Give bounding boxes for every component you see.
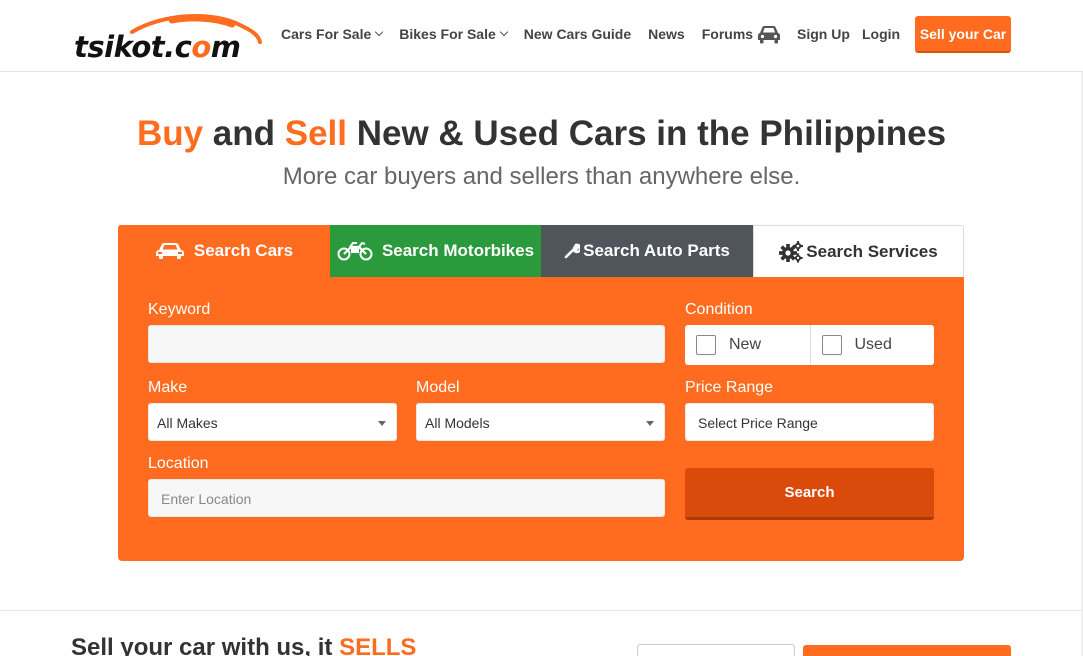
sign-up-link[interactable]: Sign Up — [797, 26, 850, 42]
sell-section-heading: Sell your car with us, it SELLS — [71, 634, 417, 656]
model-label: Model — [416, 379, 460, 396]
section-divider — [0, 610, 1083, 611]
make-select[interactable]: All Makes — [148, 403, 397, 441]
sell-section-input[interactable] — [637, 644, 795, 656]
car-icon — [155, 243, 184, 259]
garage-car-icon[interactable] — [757, 24, 781, 44]
main-nav: Cars For Sale Bikes For Sale New Cars Gu… — [281, 26, 770, 42]
search-panel: Keyword Condition New Used Make All Make… — [118, 277, 964, 561]
condition-label: Condition — [685, 301, 753, 318]
location-input[interactable]: Enter Location — [148, 479, 665, 517]
hero-title: Buy and Sell New & Used Cars in the Phil… — [136, 114, 947, 153]
make-label: Make — [148, 379, 188, 396]
site-header: tsikot.com Cars For Sale Bikes For Sale … — [0, 0, 1083, 72]
condition-options: New Used — [685, 325, 934, 365]
search-tabs: Search Cars Search Motorbikes Search Aut… — [118, 225, 964, 277]
model-select[interactable]: All Models — [416, 403, 665, 441]
nav-forums[interactable]: Forums — [702, 26, 753, 42]
chevron-down-icon — [375, 27, 384, 37]
tsikot-logo[interactable]: tsikot.com — [72, 12, 262, 64]
nav-bikes-for-sale[interactable]: Bikes For Sale — [399, 26, 509, 42]
tab-search-cars[interactable]: Search Cars — [118, 225, 330, 277]
sell-your-car-button[interactable]: Sell your Car — [915, 16, 1011, 53]
gears-icon — [779, 240, 804, 263]
tab-search-auto-parts[interactable]: Search Auto Parts — [541, 225, 753, 277]
tab-search-services[interactable]: Search Services — [753, 225, 964, 277]
search-button[interactable]: Search — [685, 468, 934, 520]
price-range-select[interactable]: Select Price Range — [685, 403, 934, 441]
keyword-label: Keyword — [148, 301, 211, 318]
checkbox-icon[interactable] — [696, 335, 716, 355]
nav-news[interactable]: News — [648, 26, 685, 42]
condition-used-checkbox[interactable]: Used — [809, 325, 935, 365]
nav-new-cars-guide[interactable]: New Cars Guide — [524, 26, 631, 42]
wrench-icon — [564, 243, 581, 259]
motorbike-icon — [337, 241, 373, 261]
caret-down-icon — [378, 421, 386, 426]
price-range-label: Price Range — [685, 379, 774, 396]
location-label: Location — [148, 455, 209, 472]
nav-cars-for-sale[interactable]: Cars For Sale — [281, 26, 384, 42]
logo-text: tsikot.com — [74, 30, 241, 64]
sell-section-button[interactable] — [803, 645, 1011, 656]
login-link[interactable]: Login — [862, 26, 900, 42]
chevron-down-icon — [499, 27, 509, 37]
caret-down-icon — [646, 421, 654, 426]
hero-subtitle: More car buyers and sellers than anywher… — [282, 163, 801, 190]
keyword-input[interactable] — [148, 325, 665, 363]
tab-search-motorbikes[interactable]: Search Motorbikes — [330, 225, 541, 277]
checkbox-icon[interactable] — [821, 335, 842, 355]
condition-new-checkbox[interactable]: New — [685, 325, 810, 365]
